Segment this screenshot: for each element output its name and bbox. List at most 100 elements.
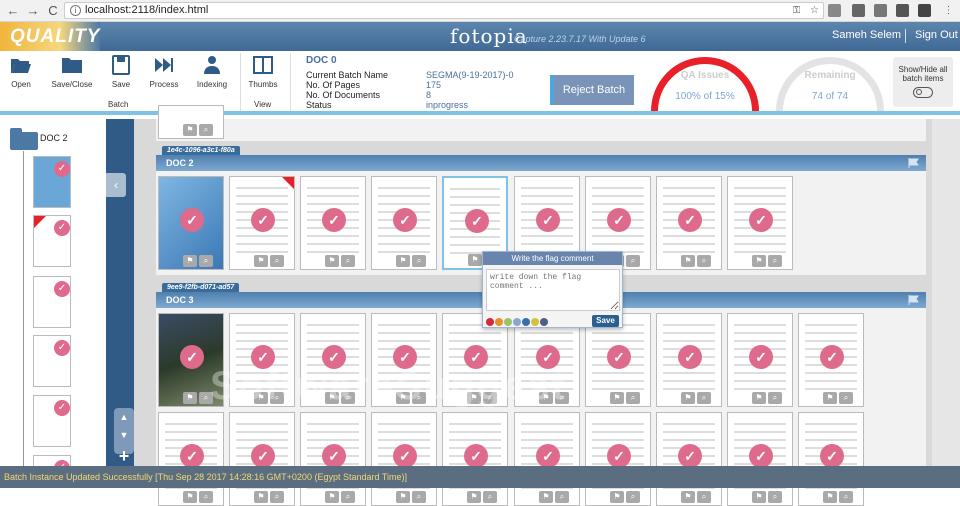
zoom-icon[interactable]: ⌕ (768, 255, 782, 267)
tree-thumbnail[interactable]: ✓ (33, 395, 71, 447)
flag-icon[interactable]: ⚑ (396, 491, 410, 503)
flag-icon[interactable] (908, 295, 920, 305)
zoom-icon[interactable]: ⌕ (626, 255, 640, 267)
check-icon[interactable]: ✓ (820, 444, 844, 468)
extension-icon[interactable] (896, 4, 909, 17)
zoom-icon[interactable]: ⌕ (341, 392, 355, 404)
flag-icon[interactable]: ⚑ (539, 392, 553, 404)
zoom-icon[interactable]: ⌕ (768, 392, 782, 404)
info-icon[interactable]: i (70, 5, 81, 16)
flag-icon[interactable]: ⚑ (752, 392, 766, 404)
flag-icon[interactable]: ⚑ (325, 392, 339, 404)
extension-icon[interactable] (852, 4, 865, 17)
color-swatch[interactable] (495, 318, 503, 326)
page-thumbnail[interactable]: ✓ ⚑⌕ (798, 313, 864, 407)
check-icon[interactable]: ✓ (393, 208, 417, 232)
check-icon[interactable]: ✓ (180, 345, 204, 369)
key-icon[interactable]: ⚿ (790, 4, 803, 17)
check-icon[interactable]: ✓ (749, 345, 773, 369)
flag-icon[interactable]: ⚑ (325, 255, 339, 267)
flag-icon[interactable]: ⚑ (254, 491, 268, 503)
flag-comment-input[interactable] (486, 269, 620, 311)
check-icon[interactable]: ✓ (322, 345, 346, 369)
check-icon[interactable]: ✓ (393, 345, 417, 369)
page-thumbnail[interactable]: ✓ ⚑⌕ (229, 176, 295, 270)
flag-icon[interactable]: ⚑ (752, 255, 766, 267)
check-icon[interactable]: ✓ (536, 444, 560, 468)
page-thumbnail[interactable]: ✓ ⚑⌕ (300, 176, 366, 270)
page-thumbnail[interactable]: ✓ ⚑⌕ (727, 176, 793, 270)
check-icon[interactable]: ✓ (393, 444, 417, 468)
zoom-in-icon[interactable]: + (114, 444, 134, 468)
zoom-icon[interactable]: ⌕ (412, 392, 426, 404)
reject-batch-button[interactable]: Reject Batch (550, 75, 634, 105)
zoom-icon[interactable]: ⌕ (697, 491, 711, 503)
forward-icon[interactable]: → (26, 3, 40, 18)
page-thumbnail[interactable]: ✓ ⚑⌕ (300, 412, 366, 506)
user-name[interactable]: Sameh Selem (832, 29, 901, 41)
batch-header[interactable]: DOC 2 (156, 155, 926, 171)
zoom-icon[interactable]: ⌕ (412, 491, 426, 503)
flag-icon[interactable]: ⚑ (467, 491, 481, 503)
check-icon[interactable]: ✓ (464, 345, 488, 369)
save-button[interactable]: Save (108, 55, 134, 89)
flag-icon[interactable]: ⚑ (183, 255, 197, 267)
tree-thumbnail[interactable]: ✓ (33, 276, 71, 328)
page-thumbnail[interactable]: ✓ ⚑⌕ (727, 313, 793, 407)
zoom-icon[interactable]: ⌕ (341, 255, 355, 267)
extension-icon[interactable] (874, 4, 887, 17)
color-swatch[interactable] (522, 318, 530, 326)
page-thumbnail[interactable]: ✓ ⚑⌕ (727, 412, 793, 506)
zoom-icon[interactable]: ⌕ (697, 392, 711, 404)
zoom-icon[interactable]: ⌕ (270, 255, 284, 267)
flag-icon[interactable]: ⚑ (254, 255, 268, 267)
tree-doc-label[interactable]: DOC 2 (40, 133, 68, 143)
thumbs-button[interactable]: Thumbs (246, 55, 280, 89)
check-icon[interactable]: ✓ (607, 345, 631, 369)
check-icon[interactable]: ✓ (465, 209, 489, 233)
color-swatch[interactable] (540, 318, 548, 326)
flag-icon[interactable]: ⚑ (681, 255, 695, 267)
page-thumbnail[interactable]: ✓ ⚑⌕ (158, 412, 224, 506)
page-thumbnail[interactable]: ✓ ⚑⌕ (229, 313, 295, 407)
flag-icon[interactable]: ⚑ (396, 392, 410, 404)
flag-icon[interactable]: ⚑ (610, 491, 624, 503)
extension-icon[interactable] (918, 4, 931, 17)
page-thumbnail[interactable]: ✓ ⚑⌕ (514, 412, 580, 506)
save-close-button[interactable]: Save/Close (48, 55, 96, 89)
process-button[interactable]: Process (146, 55, 182, 89)
flag-icon[interactable]: ⚑ (468, 254, 482, 266)
page-thumbnail[interactable]: ✓ ⚑⌕ (229, 412, 295, 506)
star-icon[interactable]: ☆ (808, 4, 821, 17)
page-thumbnail[interactable]: ✓ ⚑⌕ (158, 176, 224, 270)
zoom-icon[interactable]: ⌕ (341, 491, 355, 503)
zoom-icon[interactable]: ⌕ (199, 491, 213, 503)
check-icon[interactable]: ✓ (678, 208, 702, 232)
tree-thumbnail[interactable]: ✓ (33, 215, 71, 267)
color-swatch[interactable] (504, 318, 512, 326)
flag-icon[interactable]: ⚑ (823, 392, 837, 404)
menu-icon[interactable]: ⋮ (942, 4, 955, 17)
check-icon[interactable]: ✓ (536, 345, 560, 369)
tree-thumbnail[interactable]: ✓ (33, 455, 71, 466)
flag-icon[interactable]: ⚑ (681, 392, 695, 404)
sign-out-link[interactable]: Sign Out (915, 29, 958, 41)
flag-icon[interactable]: ⚑ (254, 392, 268, 404)
check-icon[interactable]: ✓ (464, 444, 488, 468)
zoom-icon[interactable]: ⌕ (483, 392, 497, 404)
flag-icon[interactable]: ⚑ (183, 491, 197, 503)
page-thumbnail[interactable]: ✓ ⚑⌕ (442, 412, 508, 506)
page-thumbnail[interactable]: ✓ ⚑⌕ (798, 412, 864, 506)
color-swatch[interactable] (486, 318, 494, 326)
reload-icon[interactable]: C (46, 3, 60, 18)
flag-icon[interactable]: ⚑ (610, 392, 624, 404)
flag-icon[interactable]: ⚑ (396, 255, 410, 267)
page-thumbnail[interactable]: ✓ ⚑⌕ (656, 176, 722, 270)
zoom-icon[interactable]: ⌕ (483, 491, 497, 503)
indexing-button[interactable]: Indexing (194, 55, 230, 89)
zoom-icon[interactable]: ⌕ (270, 392, 284, 404)
extension-icon[interactable] (828, 4, 841, 17)
zoom-icon[interactable]: ⌕ (199, 124, 213, 136)
page-thumbnail[interactable]: ✓ ⚑⌕ (158, 313, 224, 407)
check-icon[interactable]: ✓ (749, 208, 773, 232)
